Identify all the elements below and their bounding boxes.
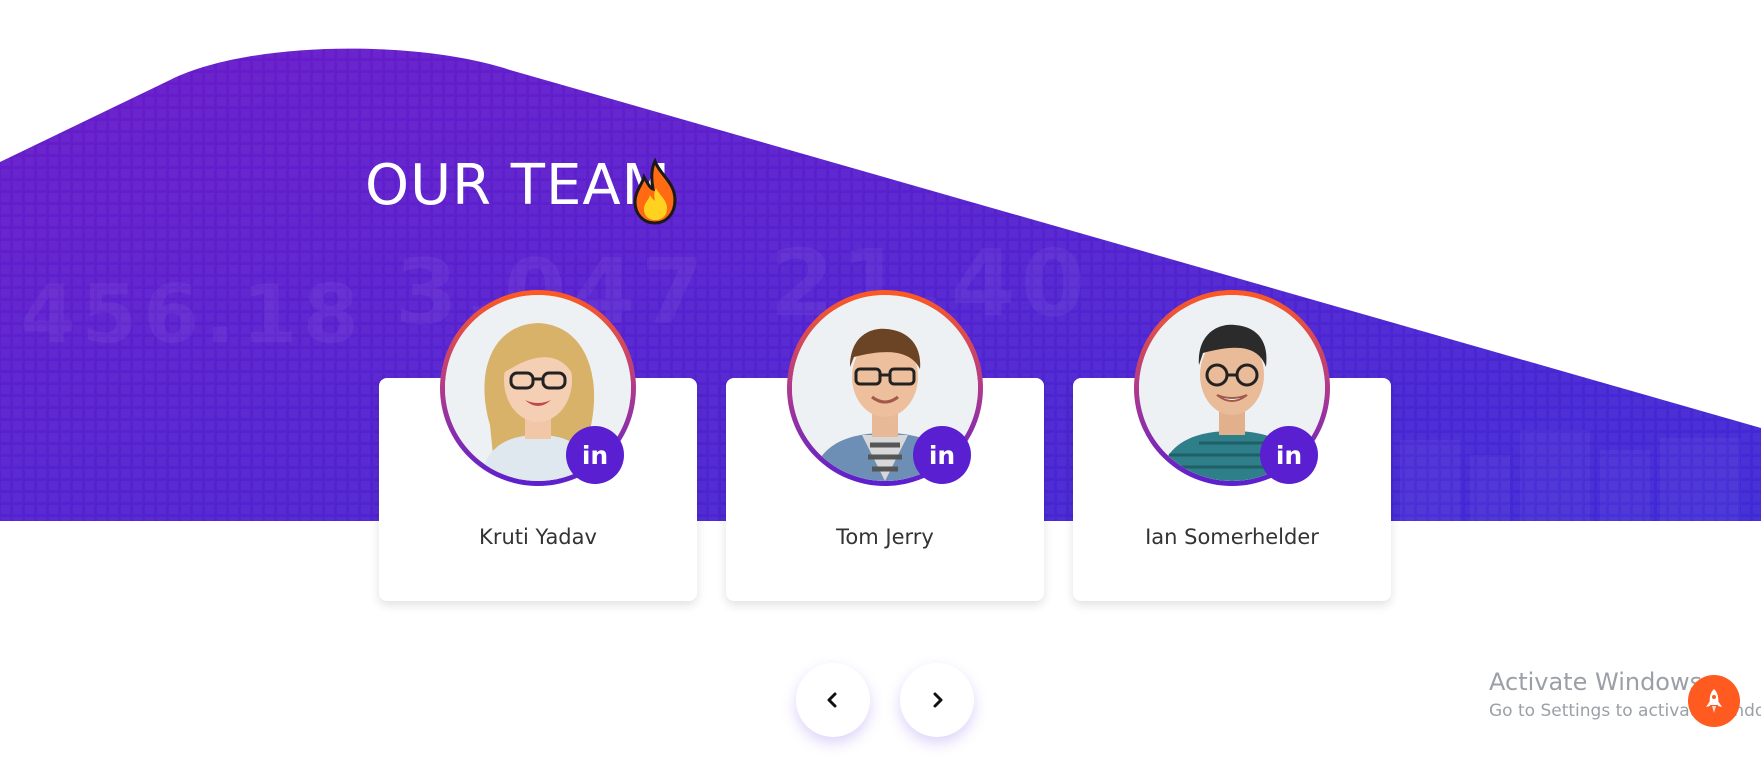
activate-windows-title: Activate Windows: [1489, 668, 1703, 696]
member-name: Kruti Yadav: [479, 525, 597, 549]
member-name: Tom Jerry: [836, 525, 934, 549]
fire-icon: [633, 158, 677, 225]
chevron-right-icon: [933, 692, 943, 708]
background-digits-1: 456.18: [20, 268, 365, 361]
linkedin-icon[interactable]: in: [1260, 426, 1318, 484]
linkedin-icon[interactable]: in: [566, 426, 624, 484]
scroll-top-button[interactable]: [1688, 675, 1740, 727]
section-title: OUR TEAM: [365, 153, 671, 218]
carousel-next-button[interactable]: [900, 663, 974, 737]
avatar-ring: in: [787, 290, 983, 486]
member-name: Ian Somerhelder: [1145, 525, 1319, 549]
carousel-prev-button[interactable]: [796, 663, 870, 737]
linkedin-icon[interactable]: in: [913, 426, 971, 484]
avatar-ring: in: [1134, 290, 1330, 486]
rocket-icon: [1706, 689, 1722, 713]
chevron-left-icon: [827, 692, 837, 708]
avatar-ring: in: [440, 290, 636, 486]
